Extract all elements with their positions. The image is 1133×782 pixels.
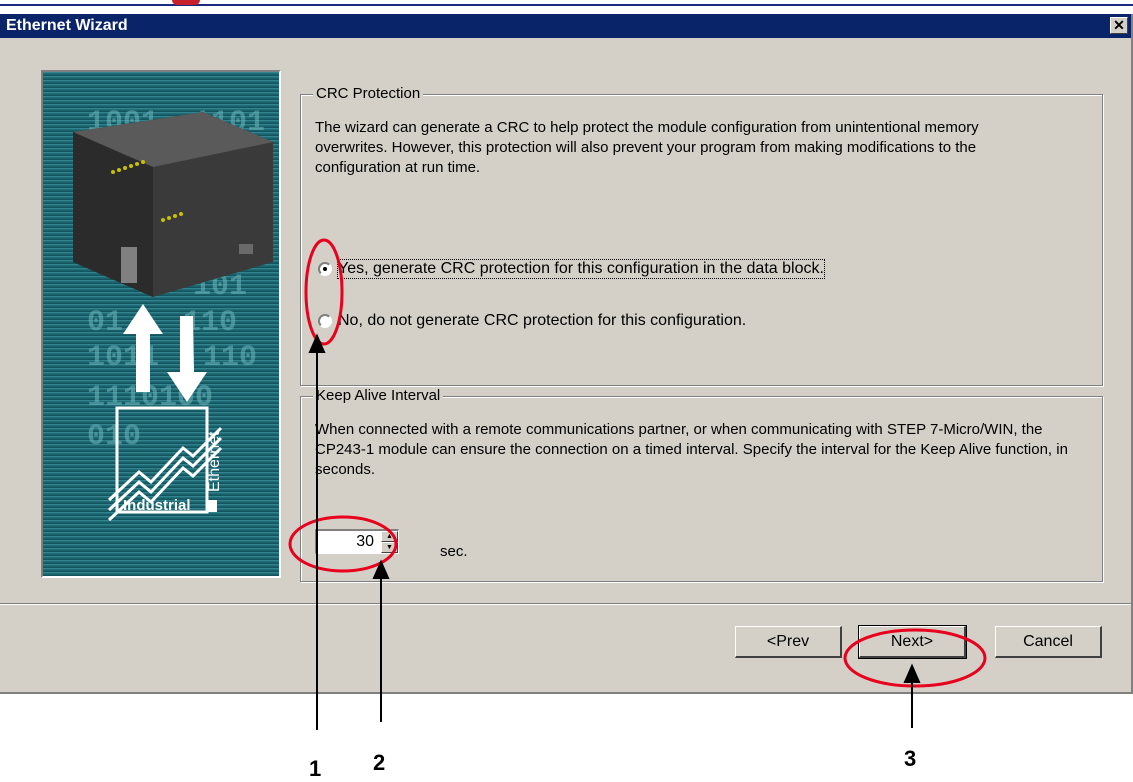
button-separator: [0, 603, 1131, 605]
crc-yes-label: Yes, generate CRC protection for this co…: [337, 259, 825, 279]
close-icon: ✕: [1113, 17, 1125, 33]
title-bar: Ethernet Wizard ✕: [0, 14, 1131, 38]
annotation-number-2: 2: [373, 750, 386, 775]
document-rule: [0, 4, 1133, 6]
keep-alive-group: Keep Alive Interval When connected with …: [300, 387, 1103, 582]
binary-text: 010: [87, 420, 141, 454]
annotation-number-3: 3: [904, 746, 917, 771]
crc-no-option[interactable]: No, do not generate CRC protection for t…: [318, 312, 746, 330]
keep-alive-spinner[interactable]: 30 ▲ ▼: [315, 529, 399, 554]
spin-down-icon[interactable]: ▼: [381, 542, 398, 553]
radio-selected-icon[interactable]: [318, 262, 332, 276]
cancel-button[interactable]: Cancel: [995, 626, 1102, 658]
crc-description: The wizard can generate a CRC to help pr…: [315, 119, 979, 176]
keep-alive-title: Keep Alive Interval: [313, 387, 444, 404]
radio-unselected-icon[interactable]: [318, 314, 332, 328]
close-button[interactable]: ✕: [1110, 17, 1128, 34]
plc-illustration-icon: 1001 1101 101 01 110 1011 110 1110100 01…: [43, 72, 279, 576]
crc-protection-group: CRC Protection The wizard can generate a…: [300, 85, 1103, 386]
spin-up-icon[interactable]: ▲: [381, 531, 398, 542]
logo-label: Industrial: [123, 497, 191, 514]
crc-group-title: CRC Protection: [313, 85, 424, 102]
plc-module: [73, 112, 273, 297]
logo-fragment: [172, 0, 200, 5]
annotation-number-1: 1: [309, 756, 322, 781]
keep-alive-value[interactable]: 30: [356, 533, 374, 551]
ethernet-wizard-dialog: Ethernet Wizard ✕ 1001 1101 101 01 110 1…: [0, 14, 1133, 694]
binary-text: 01: [87, 306, 123, 340]
keep-alive-description: When connected with a remote communicati…: [315, 421, 1068, 478]
crc-no-label: No, do not generate CRC protection for t…: [338, 312, 747, 329]
next-button[interactable]: Next>: [858, 625, 967, 659]
wizard-illustration: 1001 1101 101 01 110 1011 110 1110100 01…: [41, 70, 281, 578]
window-title: Ethernet Wizard: [6, 17, 128, 34]
prev-button[interactable]: <Prev: [735, 626, 842, 658]
binary-text: 110: [203, 341, 257, 375]
crc-yes-option[interactable]: Yes, generate CRC protection for this co…: [318, 259, 825, 279]
keep-alive-unit: sec.: [440, 543, 468, 560]
logo-side-label: Ethernet: [206, 431, 223, 492]
